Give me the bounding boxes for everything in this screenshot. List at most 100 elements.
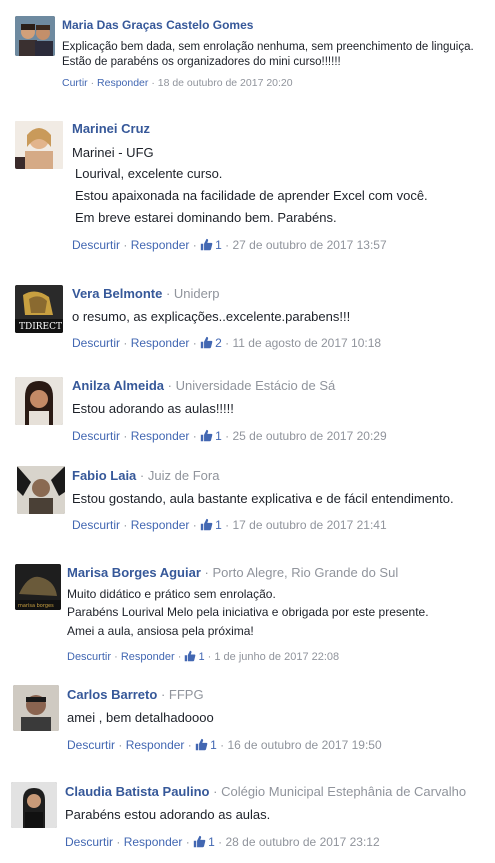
comment-text: Amei a aula, ansiosa pela próxima! (67, 624, 254, 638)
like-button[interactable]: Descurtir (67, 738, 115, 752)
like-button[interactable]: Descurtir (72, 518, 120, 532)
author-affiliation[interactable]: FFPG (169, 687, 204, 702)
separator: · (139, 468, 145, 483)
thumbs-up-icon[interactable] (200, 429, 213, 446)
author-affiliation[interactable]: Porto Alegre, Rio Grande do Sul (213, 565, 399, 580)
like-button[interactable]: Descurtir (72, 429, 120, 443)
author-name[interactable]: Marisa Borges Aguiar (67, 565, 201, 580)
thumbs-up-icon[interactable] (200, 238, 213, 255)
thumbs-up-icon[interactable] (200, 336, 213, 353)
reply-button[interactable]: Responder (131, 238, 190, 252)
avatar[interactable] (17, 466, 65, 514)
separator: · (90, 77, 95, 89)
like-button[interactable]: Curtir (62, 77, 88, 89)
separator: · (225, 336, 230, 350)
timestamp[interactable]: 11 de agosto de 2017 10:18 (232, 336, 381, 350)
thumbs-up-icon[interactable] (193, 835, 206, 852)
user-photo-icon (15, 16, 55, 56)
author-name[interactable]: Vera Belmonte (72, 286, 162, 301)
comment-actions: Descurtir · Responder · 1 · 16 de outubr… (67, 738, 382, 755)
reply-button[interactable]: Responder (124, 835, 183, 849)
like-count[interactable]: 2 (215, 336, 222, 350)
comment-actions: Descurtir · Responder · 1 · 28 de outubr… (65, 835, 380, 852)
like-count[interactable]: 1 (215, 518, 222, 532)
like-count[interactable]: 1 (210, 738, 217, 752)
comment-header: Claudia Batista Paulino · Colégio Munici… (65, 784, 466, 800)
author-affiliation[interactable]: Juiz de Fora (148, 468, 220, 483)
timestamp[interactable]: 16 de outubro de 2017 19:50 (227, 738, 381, 752)
timestamp[interactable]: 28 de outubro de 2017 23:12 (225, 835, 379, 849)
timestamp[interactable]: 17 de outubro de 2017 21:41 (232, 518, 386, 532)
like-button[interactable]: Descurtir (72, 336, 120, 350)
avatar[interactable] (15, 16, 55, 56)
comment-actions: Descurtir · Responder · 1 · 27 de outubr… (72, 238, 387, 255)
separator: · (213, 784, 218, 799)
author-name[interactable]: Marinei Cruz (72, 121, 150, 136)
separator: · (207, 651, 212, 663)
like-count[interactable]: 1 (208, 835, 215, 849)
author-affiliation[interactable]: Colégio Municipal Estephânia de Carvalho (221, 784, 466, 799)
separator: · (192, 429, 197, 443)
author-name[interactable]: Fabio Laia (72, 468, 136, 483)
comment-actions: Descurtir · Responder · 1 · 25 de outubr… (72, 429, 387, 446)
thumbs-up-icon[interactable] (184, 650, 196, 666)
like-count[interactable]: 1 (198, 651, 204, 663)
comment-header: Maria Das Graças Castelo Gomes (62, 18, 253, 33)
reply-button[interactable]: Responder (131, 429, 190, 443)
separator: · (160, 687, 166, 702)
avatar[interactable] (15, 377, 63, 425)
separator: · (167, 378, 172, 393)
svg-text:marisa borges: marisa borges (18, 603, 54, 609)
author-name[interactable]: Carlos Barreto (67, 687, 157, 702)
timestamp[interactable]: 25 de outubro de 2017 20:29 (232, 429, 386, 443)
comment-text: Em breve estarei dominando bem. Parabéns… (75, 210, 337, 225)
author-affiliation[interactable]: Universidade Estácio de Sá (176, 378, 336, 393)
timestamp[interactable]: 27 de outubro de 2017 13:57 (232, 238, 386, 252)
like-count[interactable]: 1 (215, 429, 222, 443)
reply-button[interactable]: Responder (121, 651, 175, 663)
comment-actions: Descurtir · Responder · 2 · 11 de agosto… (72, 336, 381, 353)
like-button[interactable]: Descurtir (72, 238, 120, 252)
user-photo-icon (11, 782, 57, 828)
separator: · (123, 518, 128, 532)
like-button[interactable]: Descurtir (67, 651, 111, 663)
comment-text: Marinei - UFG (72, 145, 154, 160)
comment-actions: Curtir · Responder · 18 de outubro de 20… (62, 77, 293, 89)
separator: · (204, 565, 209, 580)
author-name[interactable]: Anilza Almeida (72, 378, 164, 393)
avatar[interactable] (11, 782, 57, 828)
avatar[interactable]: marisa borges (15, 564, 61, 610)
avatar[interactable]: TDIRECT (15, 285, 63, 333)
reply-button[interactable]: Responder (131, 518, 190, 532)
separator: · (225, 238, 230, 252)
reply-button[interactable]: Responder (126, 738, 185, 752)
author-name[interactable]: Maria Das Graças Castelo Gomes (62, 18, 253, 32)
timestamp[interactable]: 1 de junho de 2017 22:08 (214, 651, 339, 663)
comment-header: Vera Belmonte · Uniderp (72, 286, 220, 302)
comment-text: Parabéns Lourival Melo pela iniciativa e… (67, 605, 429, 619)
comment-actions: Descurtir · Responder · 1 · 1 de junho d… (67, 650, 339, 666)
separator: · (123, 238, 128, 252)
user-photo-icon (15, 377, 63, 425)
author-affiliation[interactable]: Uniderp (174, 286, 220, 301)
avatar[interactable] (13, 685, 59, 731)
separator: · (225, 429, 230, 443)
thumbs-up-icon[interactable] (195, 738, 208, 755)
reply-button[interactable]: Responder (97, 77, 148, 89)
thumbs-up-icon[interactable] (200, 518, 213, 535)
timestamp[interactable]: 18 de outubro de 2017 20:20 (158, 77, 293, 89)
avatar[interactable] (15, 121, 63, 169)
comment-text: Estão de parabéns os organizadores do mi… (62, 56, 341, 68)
separator: · (185, 835, 190, 849)
user-photo-icon (15, 121, 63, 169)
separator: · (116, 835, 121, 849)
reply-button[interactable]: Responder (131, 336, 190, 350)
separator: · (225, 518, 230, 532)
like-count[interactable]: 1 (215, 238, 222, 252)
comment-header: Carlos Barreto · FFPG (67, 687, 204, 703)
separator: · (218, 835, 223, 849)
author-name[interactable]: Claudia Batista Paulino (65, 784, 209, 799)
like-button[interactable]: Descurtir (65, 835, 113, 849)
user-photo-icon (13, 685, 59, 731)
separator: · (123, 429, 128, 443)
